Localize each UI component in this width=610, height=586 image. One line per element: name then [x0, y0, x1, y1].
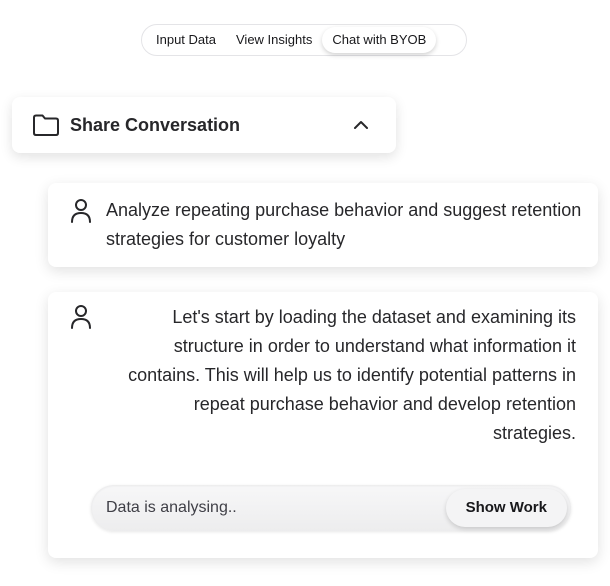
share-conversation-title: Share Conversation	[70, 114, 241, 135]
folder-icon	[33, 114, 59, 136]
assistant-message-card: Let's start by loading the dataset and e…	[48, 292, 598, 558]
tab-view-insights[interactable]: View Insights	[226, 27, 322, 53]
chevron-up-icon[interactable]	[353, 119, 369, 131]
user-message-card: Analyze repeating purchase behavior and …	[48, 183, 598, 267]
view-tabs: Input Data View Insights Chat with BYOB	[141, 24, 467, 56]
analysis-status-bar: Data is analysing.. Show Work	[91, 485, 571, 531]
show-work-button[interactable]: Show Work	[445, 489, 567, 527]
share-conversation-header[interactable]: Share Conversation	[12, 97, 396, 153]
tab-chat-with-byob[interactable]: Chat with BYOB	[322, 27, 437, 53]
user-message-text: Analyze repeating purchase behavior and …	[106, 200, 582, 249]
assistant-message-text: Let's start by loading the dataset and e…	[128, 307, 576, 443]
user-icon	[71, 305, 91, 329]
tab-input-data[interactable]: Input Data	[146, 27, 226, 53]
analysis-status-text: Data is analysing..	[106, 499, 237, 516]
chat-page: Input Data View Insights Chat with BYOB …	[0, 0, 610, 586]
user-icon	[71, 199, 91, 223]
